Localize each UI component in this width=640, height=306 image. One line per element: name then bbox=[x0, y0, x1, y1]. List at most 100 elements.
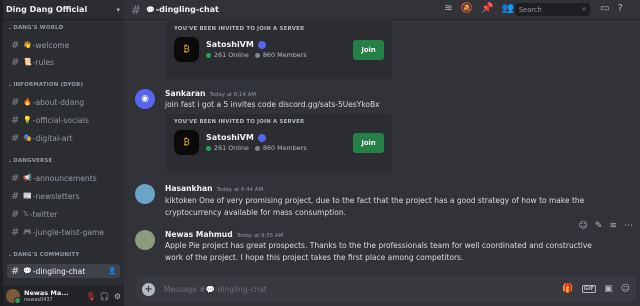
user-info[interactable]: Newas Ma... newas0437 bbox=[24, 289, 86, 303]
message-actions-bar: ☺ ✎ ≋ ⋯ bbox=[575, 220, 636, 232]
sticker-icon[interactable]: ▣ bbox=[604, 284, 613, 294]
message-text: Apple Pie project has great prospects. T… bbox=[165, 241, 592, 262]
message-author[interactable]: Sankaran bbox=[165, 89, 205, 98]
channel-label: -about-ddang bbox=[32, 97, 85, 107]
message-author[interactable]: Newas Mahmud bbox=[165, 230, 233, 239]
verified-icon bbox=[257, 40, 266, 49]
invite-online: 261 Online bbox=[214, 51, 249, 59]
server-icon[interactable]: ₿ bbox=[174, 37, 199, 62]
hash-icon: # bbox=[11, 132, 20, 144]
channel-label: -digital-art bbox=[32, 133, 73, 143]
category-dangs-community[interactable]: ⌄ DANG'S COMMUNITY bbox=[6, 252, 81, 258]
chevron-down-icon: ⌄ bbox=[8, 25, 13, 31]
inbox-icon[interactable]: ▭ bbox=[600, 3, 609, 14]
hash-icon: # bbox=[11, 96, 20, 108]
category-information[interactable]: ⌄ INFORMATION (DYOR) bbox=[6, 82, 85, 88]
avatar[interactable] bbox=[6, 289, 21, 304]
join-button[interactable]: Join bbox=[353, 132, 384, 153]
pin-icon[interactable]: 📌 bbox=[481, 3, 493, 14]
channel-emoji: 📢 bbox=[23, 174, 32, 182]
threads-icon[interactable]: ≋ bbox=[444, 3, 452, 14]
more-options-icon[interactable]: ⋯ bbox=[624, 221, 633, 231]
user-panel: Newas Ma... newas0437 🎙 🎧 ⚙ bbox=[3, 286, 124, 306]
emoji-icon[interactable]: ☺ bbox=[621, 284, 630, 294]
search-icon: ⌕ bbox=[582, 5, 586, 13]
notification-bell-muted-icon[interactable]: 🔕 bbox=[461, 3, 473, 14]
members-dot-icon bbox=[254, 52, 260, 58]
chevron-down-icon: ⌄ bbox=[8, 252, 13, 258]
channel-emoji: 💡 bbox=[23, 116, 32, 124]
invite-online: 261 Online bbox=[214, 144, 249, 152]
avatar[interactable] bbox=[135, 230, 155, 250]
join-button[interactable]: Join bbox=[353, 39, 384, 60]
gear-icon[interactable]: ⚙ bbox=[114, 292, 121, 301]
help-icon[interactable]: ? bbox=[617, 3, 622, 14]
category-dangverse[interactable]: ⌄ DANGVERSE bbox=[6, 158, 54, 164]
channel-emoji: 👋 bbox=[23, 41, 32, 49]
header-toolbar: ≋ 🔕 📌 👥 bbox=[444, 3, 514, 14]
hash-icon: # bbox=[131, 2, 142, 17]
invite-server-name: SatoshiVM bbox=[206, 40, 254, 49]
chevron-down-icon: ▾ bbox=[116, 5, 120, 14]
server-icon[interactable]: ₿ bbox=[174, 130, 199, 155]
gift-icon[interactable]: 🎁 bbox=[562, 284, 573, 294]
hash-icon: # bbox=[11, 208, 20, 220]
add-attachment-button[interactable]: + bbox=[142, 282, 155, 296]
message-composer: + Message #💬-dingling-chat 🎁 GIF ▣ ☺ bbox=[136, 276, 636, 302]
channel-label: -newsletters bbox=[32, 191, 80, 201]
hash-icon: # bbox=[11, 114, 20, 126]
headphones-icon[interactable]: 🎧 bbox=[100, 292, 110, 301]
channel-emoji: 📜 bbox=[23, 58, 32, 66]
category-dangs-world[interactable]: ⌄ DANG'S WORLD bbox=[6, 25, 65, 31]
member-list-icon[interactable]: 👥 bbox=[502, 3, 514, 14]
chevron-down-icon: ⌄ bbox=[8, 82, 13, 88]
search-placeholder: Search bbox=[519, 5, 542, 14]
server-name: Ding Dang Official bbox=[6, 5, 88, 14]
invite-members: 860 Members bbox=[262, 51, 307, 59]
chevron-down-icon: ⌄ bbox=[8, 158, 13, 164]
channel-emoji: 💬 bbox=[146, 5, 155, 14]
channel-digital-art[interactable]: # 🎭 -digital-art bbox=[7, 131, 120, 145]
online-dot-icon bbox=[206, 52, 211, 58]
invite-label: YOU'VE BEEN INVITED TO JOIN A SERVER bbox=[174, 119, 305, 125]
invite-members: 860 Members bbox=[262, 144, 307, 152]
channel-emoji: 📰 bbox=[23, 192, 32, 200]
channel-welcome[interactable]: # 👋 -welcome bbox=[7, 38, 120, 52]
message-text: join fast i got a 5 invites code discord… bbox=[165, 100, 380, 109]
message-timestamp: Today at 6:14 AM bbox=[209, 92, 257, 98]
discord-avatar-icon[interactable]: ◉ bbox=[135, 89, 155, 109]
invite-label: YOU'VE BEEN INVITED TO JOIN A SERVER bbox=[174, 26, 305, 32]
avatar[interactable] bbox=[135, 184, 155, 204]
edit-icon[interactable]: ✎ bbox=[595, 221, 603, 231]
message-text: kiktoken One of very promising project, … bbox=[165, 196, 585, 217]
invite-card: YOU'VE BEEN INVITED TO JOIN A SERVER ₿ S… bbox=[166, 21, 392, 79]
add-reaction-icon[interactable]: ☺ bbox=[579, 221, 588, 231]
search-input[interactable]: Search ⌕ bbox=[515, 3, 590, 16]
hash-icon: # bbox=[11, 172, 20, 184]
hash-icon: # bbox=[11, 39, 20, 51]
channel-official-socials[interactable]: # 💡 -official-socials bbox=[7, 113, 120, 127]
user-tag: newas0437 bbox=[24, 297, 53, 303]
channel-jungle-twist-game[interactable]: # 🎮 -jungle-twist-game bbox=[7, 225, 120, 239]
channel-dingling-chat[interactable]: # 💬 -dingling-chat 👤 bbox=[7, 264, 120, 278]
message-author[interactable]: Hasankhan bbox=[165, 184, 213, 193]
create-thread-icon[interactable]: ≋ bbox=[609, 221, 617, 231]
channel-newsletters[interactable]: # 📰 -newsletters bbox=[7, 189, 120, 203]
message-input[interactable]: Message #💬-dingling-chat bbox=[164, 285, 267, 294]
online-dot-icon bbox=[206, 145, 211, 151]
gif-icon[interactable]: GIF bbox=[581, 285, 597, 293]
channel-label: -twitter bbox=[29, 209, 58, 219]
mic-muted-icon[interactable]: 🎙 bbox=[86, 292, 96, 301]
members-dot-icon bbox=[254, 145, 260, 151]
channel-twitter[interactable]: # 𝕏 -twitter bbox=[7, 207, 120, 221]
channel-label: -rules bbox=[32, 57, 55, 67]
server-header[interactable]: Ding Dang Official ▾ bbox=[3, 0, 124, 20]
channel-emoji: 🔥 bbox=[23, 98, 32, 106]
channel-emoji: 🎮 bbox=[23, 228, 32, 236]
channel-label: -welcome bbox=[32, 40, 70, 50]
add-member-icon[interactable]: 👤 bbox=[108, 267, 117, 275]
channel-announcements[interactable]: # 📢 -announcements bbox=[7, 171, 120, 185]
channel-rules[interactable]: # 📜 -rules bbox=[7, 55, 120, 69]
channel-emoji: 𝕏 bbox=[23, 210, 29, 218]
channel-about-ddang[interactable]: # 🔥 -about-ddang bbox=[7, 95, 120, 109]
